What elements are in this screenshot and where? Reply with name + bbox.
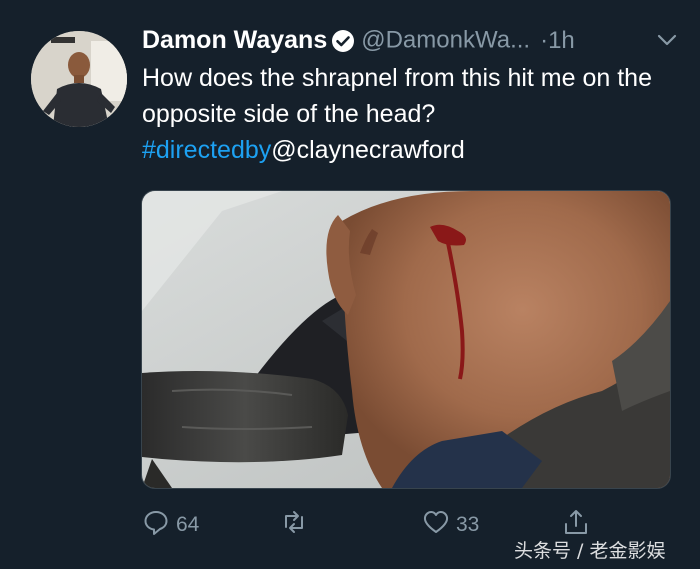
mention-link[interactable]: @claynecrawford: [271, 136, 465, 164]
tweet: Damon Wayans @DamonkWa... ·1h How does the…: [0, 0, 700, 569]
chevron-down-icon[interactable]: [656, 32, 678, 48]
reply-count: 64: [176, 513, 200, 536]
tweet-body: How does the shrapnel from this hit me o…: [142, 64, 652, 128]
watermark-text: 头条号 / 老金影娱: [514, 540, 666, 562]
profile-avatar[interactable]: [31, 31, 127, 127]
tweet-text: How does the shrapnel from this hit me o…: [142, 60, 672, 168]
author-name[interactable]: Damon Wayans: [142, 26, 327, 54]
author-handle[interactable]: @DamonkWa...: [361, 27, 530, 54]
like-button[interactable]: 33: [422, 508, 479, 542]
tweet-photo[interactable]: [141, 190, 671, 489]
like-count: 33: [456, 513, 480, 536]
retweet-icon: [280, 508, 308, 542]
verified-badge-icon: [331, 29, 355, 53]
hashtag-link[interactable]: #directedby: [142, 136, 271, 164]
retweet-button[interactable]: [280, 508, 314, 542]
heart-icon: [422, 508, 450, 542]
tweet-header: Damon Wayans @DamonkWa... ·1h: [142, 26, 678, 58]
reply-icon: [142, 508, 170, 542]
tweet-timestamp[interactable]: ·1h: [540, 27, 575, 54]
reply-button[interactable]: 64: [142, 508, 199, 542]
